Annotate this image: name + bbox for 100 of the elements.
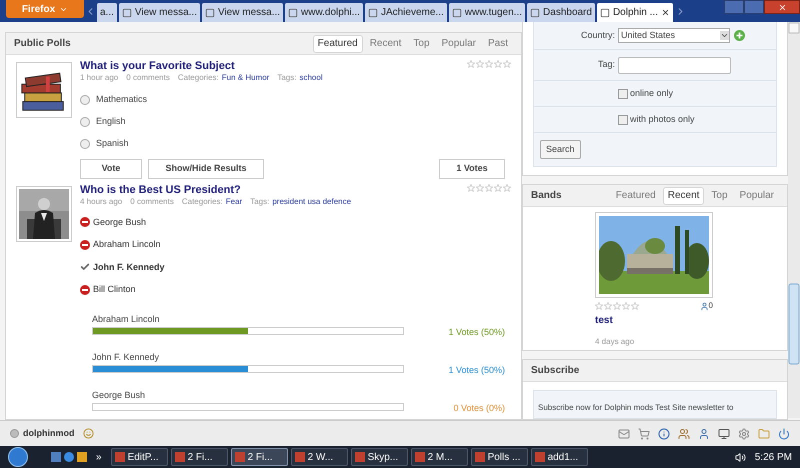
page-icon — [530, 8, 540, 18]
taskbar-button[interactable]: 2 M... — [410, 448, 468, 466]
browser-tab[interactable]: View messa... — [202, 3, 284, 22]
panel-title: Public Polls — [14, 37, 71, 51]
checkbox-label: online only — [630, 86, 674, 100]
checkbox[interactable] — [618, 88, 628, 98]
mail-icon[interactable] — [618, 428, 630, 440]
panel-title: Subscribe — [531, 364, 580, 378]
category-link[interactable]: Fun & Humor — [222, 73, 270, 83]
category-link[interactable]: Fear — [226, 197, 242, 207]
browser-tab[interactable]: Dolphin ... — [596, 3, 673, 22]
browser-tab[interactable]: View messa... — [118, 3, 200, 22]
poll-time: 4 hours ago — [80, 197, 122, 207]
page-icon — [368, 8, 378, 18]
results-button[interactable]: Show/Hide Results — [148, 159, 264, 179]
checkbox-label: with photos only — [630, 112, 695, 126]
checkbox[interactable] — [618, 114, 628, 124]
option-label: Spanish — [96, 137, 129, 150]
categories-label: Categories: — [178, 73, 219, 83]
monitor-icon[interactable] — [718, 428, 730, 440]
browser-tab[interactable]: www.tugen... — [448, 3, 526, 22]
tag-link[interactable]: school — [299, 73, 323, 83]
add-icon[interactable] — [734, 30, 745, 41]
vote-button[interactable]: Vote — [80, 159, 142, 179]
page-icon — [452, 8, 462, 18]
page-icon — [288, 8, 298, 18]
app-icon — [174, 452, 185, 462]
volume-icon[interactable] — [734, 452, 746, 462]
taskbar-button[interactable]: 2 Fi... — [170, 448, 228, 466]
option-label: English — [96, 115, 126, 128]
filter-tab[interactable]: Popular — [734, 186, 779, 204]
user-icon[interactable] — [698, 428, 710, 440]
poll-title[interactable]: Who is the Best US President? — [80, 184, 352, 197]
tag-link[interactable]: president usa defence — [272, 197, 352, 207]
smiley-icon[interactable] — [82, 428, 94, 439]
option-label: John F. Kennedy — [93, 260, 165, 274]
taskbar-button[interactable]: EditP... — [110, 448, 168, 466]
start-button[interactable] — [8, 447, 28, 467]
result-label: George Bush — [92, 390, 146, 401]
app-icon — [114, 452, 125, 462]
browser-tab[interactable]: Dashboard — [527, 3, 595, 22]
option-label: Abraham Lincoln — [93, 238, 161, 251]
vote-percentage: 1 Votes (50%) — [448, 326, 505, 339]
browser-tab[interactable]: JAchieveme... — [364, 3, 447, 22]
close-window-button[interactable] — [764, 0, 800, 14]
vote-percentage: 1 Votes (50%) — [448, 364, 505, 377]
app-icon — [534, 452, 545, 462]
user-name[interactable]: dolphinmod — [23, 426, 74, 440]
close-icon — [778, 2, 786, 12]
app-icon — [474, 452, 485, 462]
option-label: Bill Clinton — [93, 283, 136, 296]
page-icon — [600, 8, 610, 18]
radio-button[interactable] — [80, 95, 90, 105]
filter-tab[interactable]: Recent — [364, 34, 406, 52]
filter-tab[interactable]: Featured — [312, 34, 363, 52]
search-button[interactable]: Search — [540, 140, 581, 159]
radio-button[interactable] — [80, 139, 90, 149]
filter-tab[interactable]: Past — [482, 34, 513, 52]
taskbar-button[interactable]: 2 W... — [290, 448, 348, 466]
vote-percentage: 0 Votes (0%) — [453, 402, 505, 415]
vote-count: 1 Votes — [439, 159, 505, 179]
comment-count: 0 comments — [130, 197, 174, 207]
folder-icon[interactable] — [758, 428, 770, 440]
info-icon[interactable] — [658, 428, 670, 440]
settings-icon[interactable] — [738, 428, 750, 440]
power-icon[interactable] — [778, 428, 790, 440]
poll-title[interactable]: What is your Favorite Subject — [80, 60, 323, 73]
tags-label: Tags: — [250, 197, 270, 207]
page-icon — [204, 8, 215, 18]
cart-icon[interactable] — [638, 428, 650, 440]
app-icon — [414, 452, 425, 462]
poll-time: 1 hour ago — [80, 73, 118, 83]
close-icon[interactable] — [660, 8, 670, 17]
taskbar-button[interactable]: Skyp... — [350, 448, 408, 466]
country-select[interactable]: United States — [618, 28, 730, 43]
filter-tab[interactable]: Top — [408, 34, 435, 52]
fan-icon — [700, 302, 709, 310]
radio-button[interactable] — [80, 117, 90, 127]
clock[interactable]: 5:26 PM — [754, 450, 792, 464]
filter-tab[interactable]: Popular — [436, 34, 481, 52]
filter-tab[interactable]: Featured — [610, 186, 661, 204]
browser-tab[interactable]: www.dolphi... — [285, 3, 363, 22]
more-icon[interactable]: » — [96, 450, 102, 464]
field-label: Country: — [580, 28, 616, 42]
filter-tab[interactable]: Recent — [662, 186, 704, 204]
option-label: Mathematics — [96, 93, 148, 106]
users-icon[interactable] — [678, 428, 690, 440]
categories-label: Categories: — [182, 197, 223, 207]
taskbar-button[interactable]: add1... — [530, 448, 588, 466]
subscribe-text: Subscribe now for Dolphin mods Test Site newsletter to — [538, 403, 734, 412]
band-title[interactable]: test — [595, 313, 713, 328]
browser-tab[interactable]: a... — [97, 3, 117, 22]
star-rating[interactable] — [595, 302, 639, 310]
fan-count: 0 — [708, 300, 713, 312]
result-label: Abraham Lincoln — [92, 314, 161, 325]
tag-field[interactable] — [618, 56, 731, 74]
filter-tab[interactable]: Top — [706, 186, 733, 204]
taskbar-button[interactable]: 2 Fi... — [230, 448, 288, 466]
taskbar-button[interactable]: Polls ... — [470, 448, 528, 466]
option-label: George Bush — [93, 216, 146, 229]
